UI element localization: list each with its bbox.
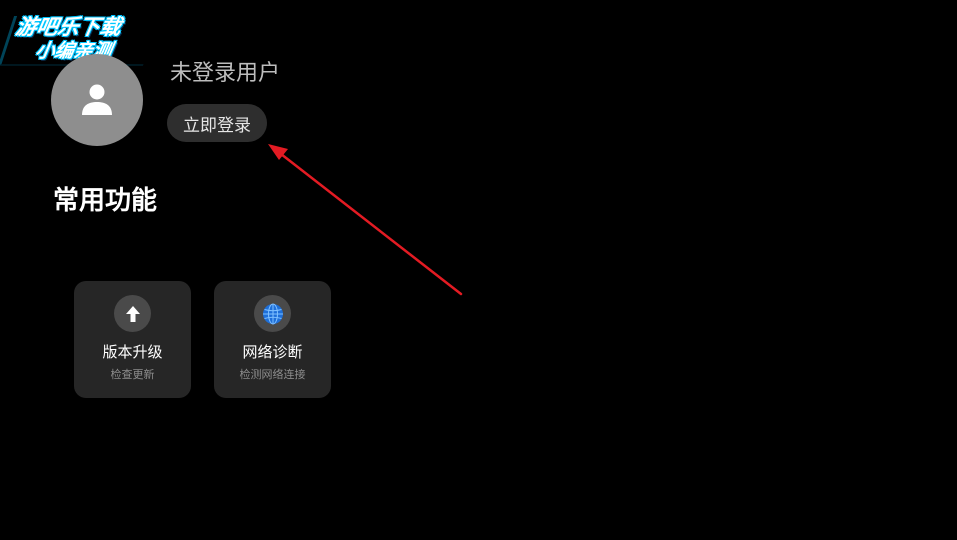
section-title: 常用功能 [53, 186, 158, 216]
feature-card-version-upgrade[interactable]: 版本升级 检查更新 [74, 281, 191, 398]
feature-card-subtitle: 检测网络连接 [239, 368, 306, 381]
username-label: 未登录用户 [170, 61, 281, 86]
feature-card-subtitle: 检查更新 [110, 368, 155, 381]
feature-card-network-diagnosis[interactable]: 网络诊断 检测网络连接 [214, 281, 331, 398]
upload-arrow-icon [114, 295, 151, 332]
avatar[interactable] [51, 54, 143, 146]
user-icon [82, 84, 112, 115]
watermark-logo: 游吧乐下载 小编亲测 [0, 10, 160, 66]
globe-icon [254, 295, 291, 332]
login-button[interactable]: 立即登录 [167, 104, 267, 142]
feature-card-title: 网络诊断 [242, 343, 303, 361]
feature-card-title: 版本升级 [102, 343, 163, 361]
annotation-arrow [268, 144, 463, 296]
